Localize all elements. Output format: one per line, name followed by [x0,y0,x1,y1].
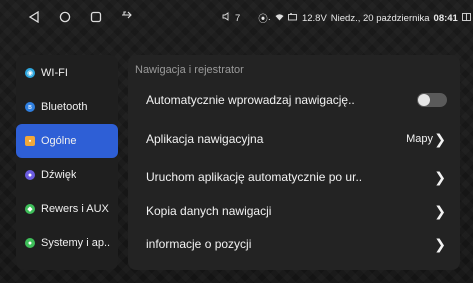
volume-icon [222,12,231,24]
setting-row-navigation-app[interactable]: Aplikacja nawigacyjna Mapy ❯ [128,121,460,157]
sidebar-item-label: Bluetooth [41,101,88,113]
sidebar-item-bluetooth[interactable]: ʙ Bluetooth [16,90,118,124]
back-icon [28,11,39,23]
reverse-icon: ◆ [25,204,35,214]
wifi-icon: ◉ [25,68,35,78]
sidebar-item-systems-apps[interactable]: ● Systemy i ap.. [16,226,118,260]
network-icon: ⦿· [258,14,271,25]
voltage-text: 12.8V [301,12,327,24]
setting-label: Aplikacja nawigacyjna [146,132,264,146]
status-bar: 7 ⦿· 12.8V Niedz., 20 października 08:41 [0,0,473,40]
settings-screen: 7 ⦿· 12.8V Niedz., 20 października 08:41… [0,0,473,283]
sidebar-item-label: WI-FI [41,67,68,79]
bluetooth-icon: ʙ [25,102,35,112]
screen-icon [461,12,471,24]
setting-label: informacje o pozycji [146,237,252,251]
wifi-status-icon [275,13,284,24]
recent-apps-icon [90,11,102,23]
auto-navigation-toggle[interactable] [417,93,447,107]
sidebar-item-general[interactable]: ▪ Ogólne [16,124,118,158]
setting-label: Uruchom aplikację automatycznie po ur.. [146,170,363,184]
recent-apps-button[interactable] [88,9,104,25]
status-indicators: 7 ⦿· 12.8V Niedz., 20 października 08:41 [222,11,471,25]
chevron-right-icon: ❯ [434,130,446,147]
toggle-knob [418,94,430,106]
battery-icon [288,12,298,24]
sidebar-item-label: Systemy i ap.. [41,237,111,249]
usb-icon [121,10,133,23]
sidebar-item-label: Ogólne [41,135,77,147]
sidebar-item-wifi[interactable]: ◉ WI-FI [16,56,118,90]
sidebar-item-label: Dźwięk [41,169,77,181]
chevron-right-icon: ❯ [434,168,446,185]
sidebar-item-sound[interactable]: ● Dźwięk [16,158,118,192]
general-icon: ▪ [25,136,35,146]
volume-level: 7 [235,12,241,24]
clock-text: 08:41 [433,12,458,24]
sidebar-item-reverse-aux[interactable]: ◆ Rewers i AUX [16,192,118,226]
date-text: Niedz., 20 października [330,12,430,24]
setting-row-navigation-backup[interactable]: Kopia danych nawigacji ❯ [128,193,460,229]
chevron-right-icon: ❯ [434,202,446,219]
setting-row-auto-navigation[interactable]: Automatycznie wprowadzaj nawigację.. [128,82,460,118]
sound-icon: ● [25,170,35,180]
setting-row-position-info[interactable]: informacje o pozycji ❯ [128,226,460,262]
home-icon [59,11,71,23]
chevron-right-icon: ❯ [434,235,446,252]
settings-panel: Nawigacja i rejestrator Automatycznie wp… [128,55,460,270]
setting-label: Kopia danych nawigacji [146,204,272,218]
setting-label: Automatycznie wprowadzaj nawigację.. [146,93,355,107]
setting-row-auto-launch[interactable]: Uruchom aplikację automatycznie po ur.. … [128,159,460,195]
home-button[interactable] [57,9,73,25]
apps-icon: ● [25,238,35,248]
settings-sidebar: ◉ WI-FI ʙ Bluetooth ▪ Ogólne ● Dźwięk ◆ … [16,55,118,270]
sidebar-item-label: Rewers i AUX [41,203,109,215]
back-button[interactable] [26,9,42,25]
section-title: Nawigacja i rejestrator [135,64,244,76]
setting-value: Mapy [406,133,433,145]
